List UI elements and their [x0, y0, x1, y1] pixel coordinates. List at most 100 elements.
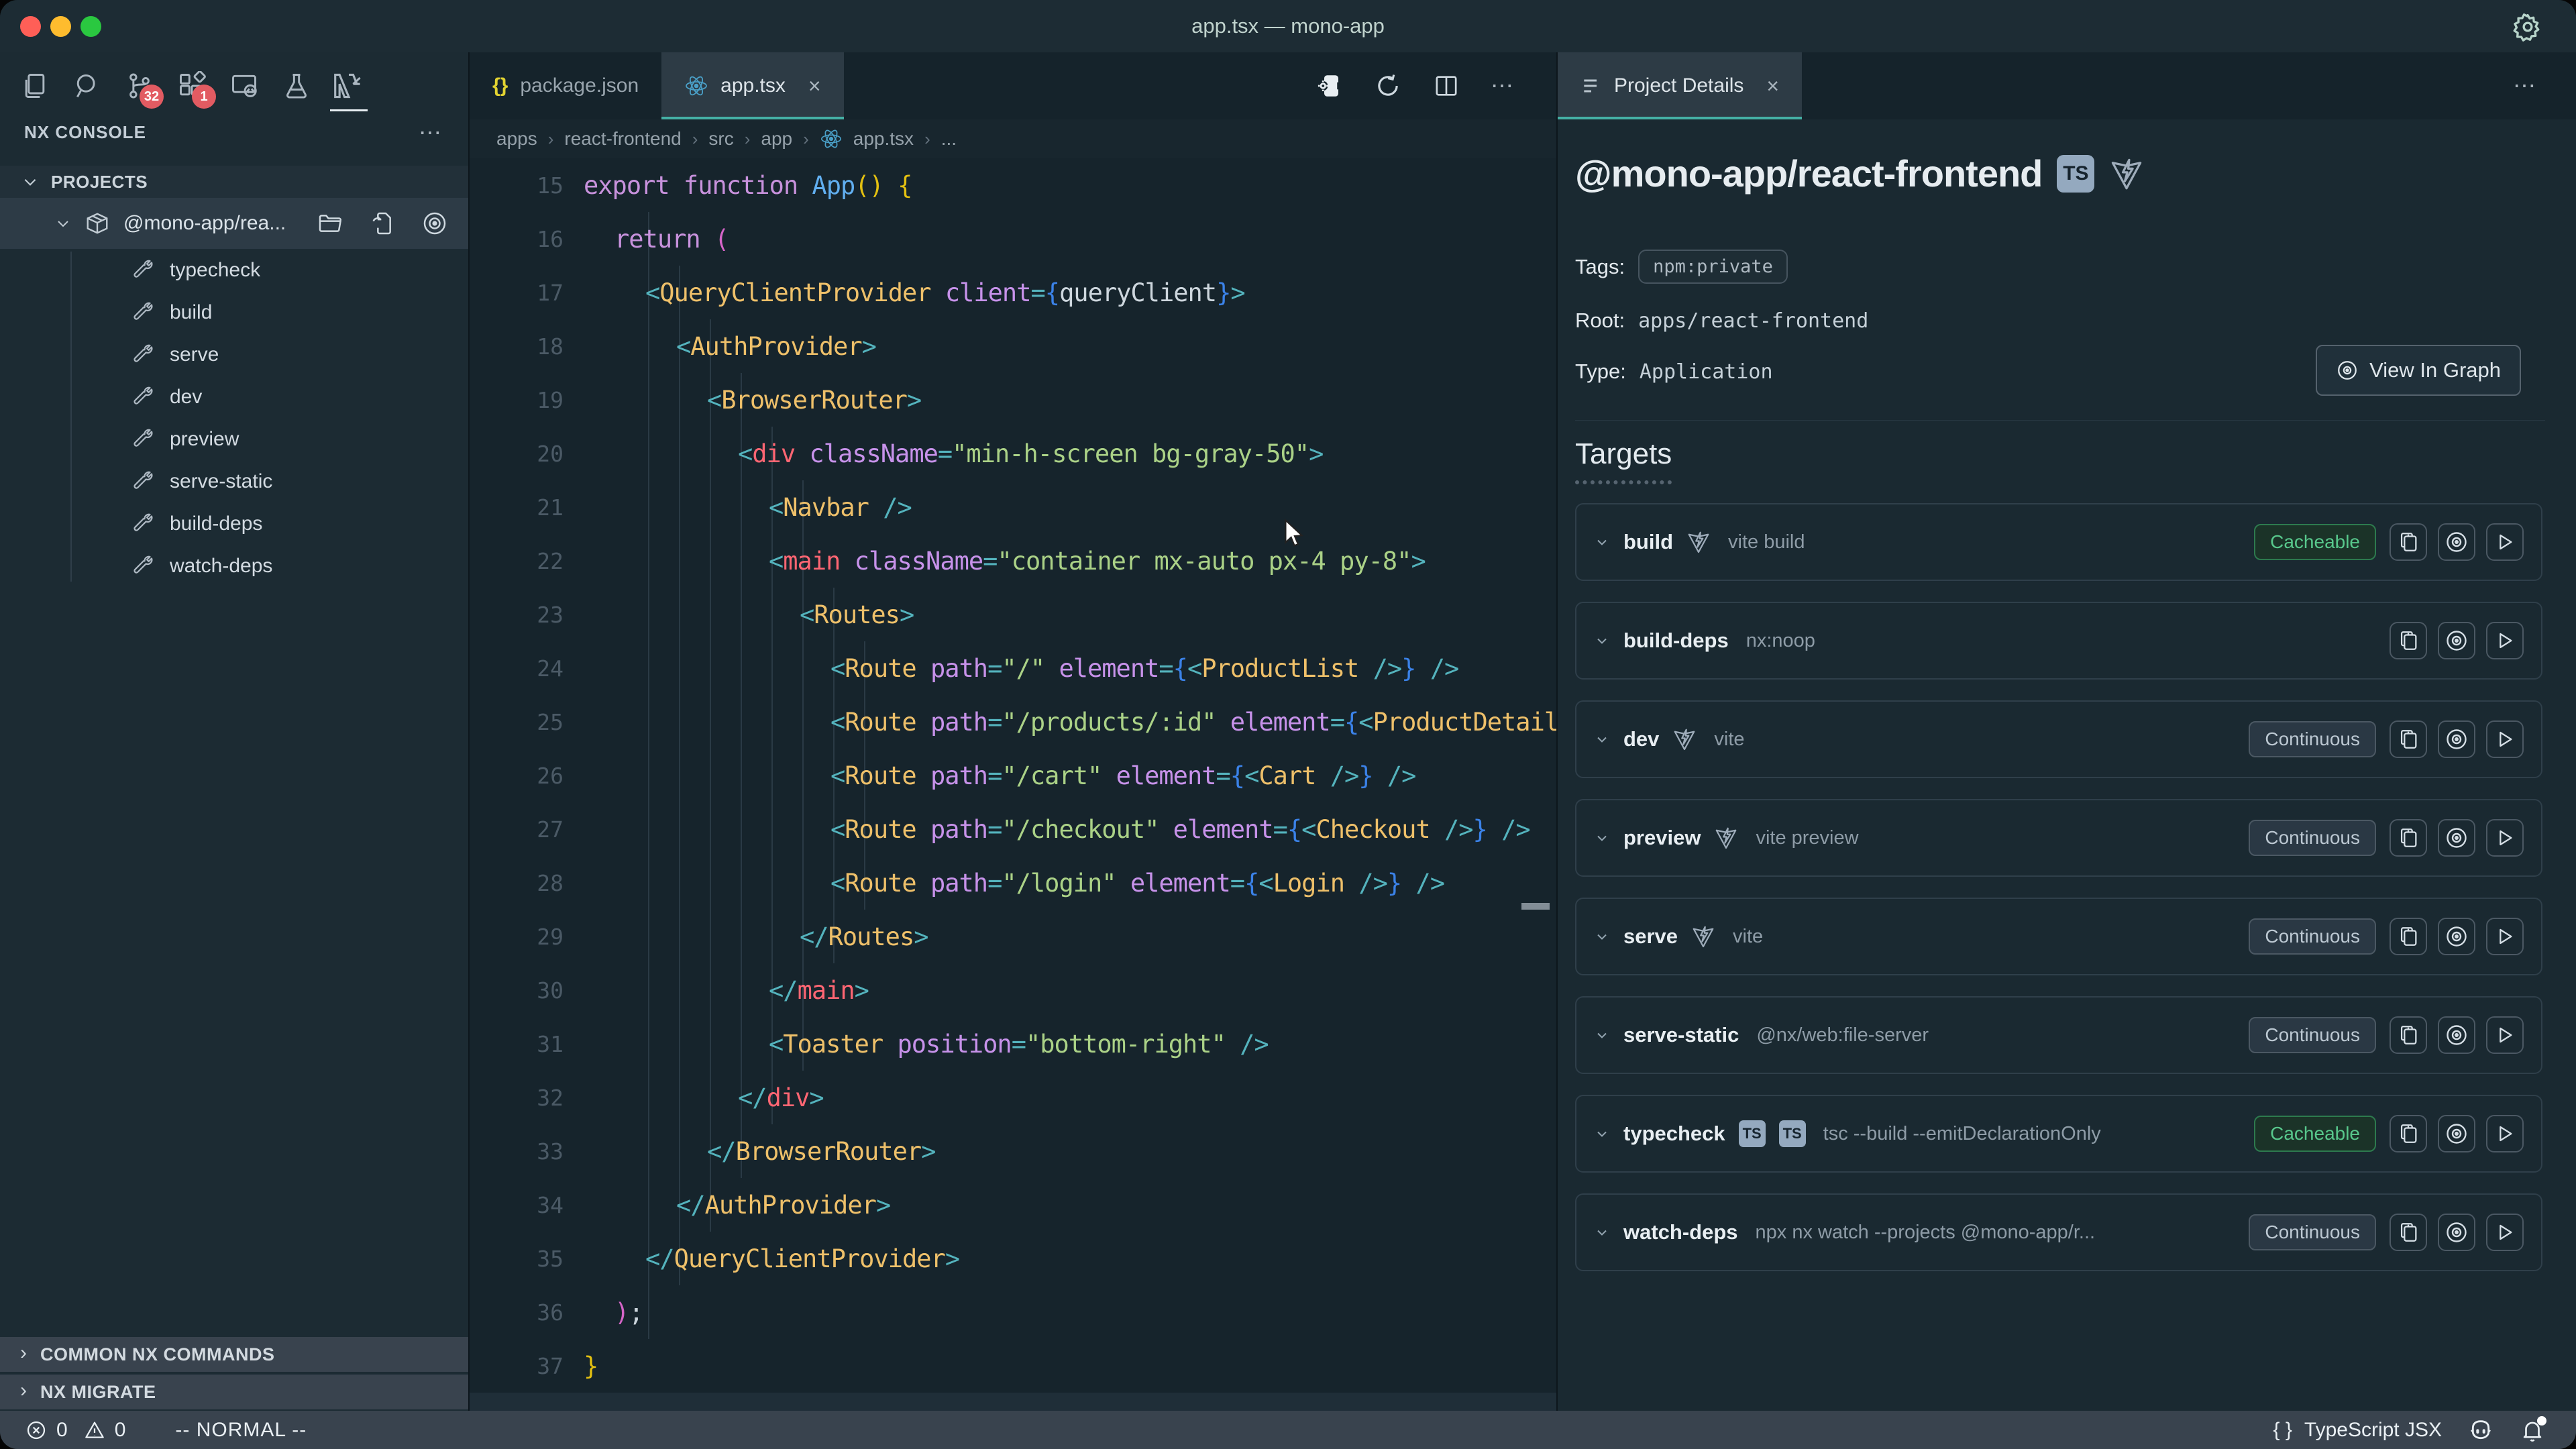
warnings-count[interactable]: 0: [115, 1419, 126, 1442]
breadcrumb-item[interactable]: src: [708, 128, 733, 150]
code-line-27[interactable]: 27<Route path="/checkout" element={<Chec…: [470, 802, 1556, 856]
code-line-19[interactable]: 19<BrowserRouter>: [470, 373, 1556, 427]
copy-button[interactable]: [2390, 918, 2427, 955]
copy-button[interactable]: [2390, 1016, 2427, 1054]
errors-icon[interactable]: [25, 1419, 47, 1441]
close-icon[interactable]: ×: [808, 74, 821, 99]
sidebar-section-common-commands[interactable]: › COMMON NX COMMANDS: [0, 1337, 468, 1372]
breadcrumb-item[interactable]: app: [761, 128, 792, 150]
target-card-typecheck[interactable]: typecheckTSTStsc --build --emitDeclarati…: [1575, 1095, 2542, 1173]
target-card-build[interactable]: buildvite buildCacheable: [1575, 503, 2542, 581]
code-line-16[interactable]: 16return (: [470, 212, 1556, 266]
run-target-button[interactable]: [2486, 1016, 2524, 1054]
code-line-38[interactable]: 38: [470, 1393, 1556, 1411]
project-row[interactable]: @mono-app/rea...: [0, 198, 468, 249]
view-in-graph-button[interactable]: [2438, 523, 2475, 561]
target-card-build-deps[interactable]: build-depsnx:noop: [1575, 602, 2542, 680]
breadcrumb-item[interactable]: ...: [941, 128, 957, 150]
target-card-serve[interactable]: serveviteContinuous: [1575, 898, 2542, 975]
copy-button[interactable]: [2390, 720, 2427, 758]
extensions-icon[interactable]: 1: [176, 70, 208, 102]
chevron-down-icon[interactable]: [1594, 1224, 1610, 1240]
refresh-icon[interactable]: [1374, 72, 1402, 100]
view-in-graph-button[interactable]: [2438, 918, 2475, 955]
vim-mode-indicator[interactable]: -- NORMAL --: [175, 1419, 307, 1442]
code-line-36[interactable]: 36);: [470, 1285, 1556, 1339]
warnings-icon[interactable]: [84, 1419, 105, 1441]
view-in-graph-button[interactable]: [2438, 1115, 2475, 1152]
project-settings-icon[interactable]: [1315, 72, 1343, 100]
code-line-20[interactable]: 20<div className="min-h-screen bg-gray-5…: [470, 427, 1556, 480]
more-actions-icon[interactable]: ⋯: [1491, 79, 1516, 93]
run-target-button[interactable]: [2486, 1115, 2524, 1152]
breadcrumb-item[interactable]: react-frontend: [564, 128, 681, 150]
chevron-down-icon[interactable]: [1594, 928, 1610, 945]
code-line-30[interactable]: 30</main>: [470, 963, 1556, 1017]
language-mode[interactable]: { } TypeScript JSX: [2273, 1419, 2442, 1442]
target-card-watch-deps[interactable]: watch-depsnpx nx watch --projects @mono-…: [1575, 1193, 2542, 1271]
copilot-icon[interactable]: [2467, 1417, 2494, 1444]
chevron-down-icon[interactable]: [1594, 534, 1610, 550]
sidebar-section-nx-migrate[interactable]: › NX MIGRATE: [0, 1375, 468, 1409]
tab-package-json[interactable]: {} package.json: [470, 52, 661, 119]
code-line-18[interactable]: 18<AuthProvider>: [470, 319, 1556, 373]
run-target-button[interactable]: [2486, 918, 2524, 955]
code-editor[interactable]: 15export function App() {16return (17<Qu…: [470, 158, 1556, 1411]
code-line-31[interactable]: 31<Toaster position="bottom-right" />: [470, 1017, 1556, 1071]
more-actions-icon[interactable]: ⋯: [2513, 79, 2538, 93]
file-refresh-icon[interactable]: [369, 210, 396, 237]
breadcrumb-item[interactable]: app.tsx: [853, 128, 914, 150]
view-in-graph-button[interactable]: View In Graph: [2316, 345, 2521, 396]
chevron-down-icon[interactable]: [1594, 1027, 1610, 1043]
close-icon[interactable]: ×: [1766, 74, 1779, 99]
code-line-29[interactable]: 29</Routes>: [470, 910, 1556, 963]
code-line-33[interactable]: 33</BrowserRouter>: [470, 1124, 1556, 1178]
view-in-graph-button[interactable]: [2438, 622, 2475, 659]
code-line-21[interactable]: 21<Navbar />: [470, 480, 1556, 534]
code-line-37[interactable]: 37}: [470, 1339, 1556, 1393]
more-actions-icon[interactable]: ⋯: [419, 126, 444, 140]
view-in-graph-button[interactable]: [2438, 1016, 2475, 1054]
folder-icon[interactable]: [317, 210, 343, 237]
chevron-down-icon[interactable]: [1594, 731, 1610, 747]
view-in-graph-button[interactable]: [2438, 1214, 2475, 1251]
view-in-graph-button[interactable]: [2438, 819, 2475, 857]
copy-button[interactable]: [2390, 622, 2427, 659]
run-target-button[interactable]: [2486, 819, 2524, 857]
code-line-35[interactable]: 35</QueryClientProvider>: [470, 1232, 1556, 1285]
view-in-graph-button[interactable]: [2438, 720, 2475, 758]
source-control-icon[interactable]: 32: [123, 70, 156, 102]
code-line-32[interactable]: 32</div>: [470, 1071, 1556, 1124]
code-line-26[interactable]: 26<Route path="/cart" element={<Cart />}…: [470, 749, 1556, 802]
split-editor-icon[interactable]: [1433, 72, 1460, 99]
breadcrumb-item[interactable]: apps: [496, 128, 537, 150]
code-line-17[interactable]: 17<QueryClientProvider client={queryClie…: [470, 266, 1556, 319]
run-target-button[interactable]: [2486, 622, 2524, 659]
run-target-button[interactable]: [2486, 720, 2524, 758]
nx-console-icon[interactable]: [333, 70, 365, 102]
run-target-button[interactable]: [2486, 523, 2524, 561]
search-icon[interactable]: [71, 70, 103, 102]
errors-count[interactable]: 0: [56, 1419, 68, 1442]
code-line-24[interactable]: 24<Route path="/" element={<ProductList …: [470, 641, 1556, 695]
notifications-bell[interactable]: [2520, 1417, 2545, 1443]
code-line-15[interactable]: 15export function App() {: [470, 158, 1556, 212]
chevron-down-icon[interactable]: [1594, 1126, 1610, 1142]
testing-flask-icon[interactable]: [280, 70, 313, 102]
code-line-28[interactable]: 28<Route path="/login" element={<Login /…: [470, 856, 1556, 910]
copy-button[interactable]: [2390, 1115, 2427, 1152]
target-card-serve-static[interactable]: serve-static@nx/web:file-serverContinuou…: [1575, 996, 2542, 1074]
tab-project-details[interactable]: Project Details ×: [1558, 52, 1802, 119]
target-icon[interactable]: [421, 210, 448, 237]
copy-button[interactable]: [2390, 819, 2427, 857]
run-target-button[interactable]: [2486, 1214, 2524, 1251]
copy-button[interactable]: [2390, 523, 2427, 561]
remote-explorer-icon[interactable]: [228, 70, 260, 102]
copy-button[interactable]: [2390, 1214, 2427, 1251]
projects-section-header[interactable]: PROJECTS: [0, 166, 468, 198]
code-line-23[interactable]: 23<Routes>: [470, 588, 1556, 641]
tab-app-tsx[interactable]: app.tsx ×: [661, 52, 843, 119]
chevron-down-icon[interactable]: [1594, 830, 1610, 846]
code-line-22[interactable]: 22<main className="container mx-auto px-…: [470, 534, 1556, 588]
chevron-down-icon[interactable]: [1594, 633, 1610, 649]
